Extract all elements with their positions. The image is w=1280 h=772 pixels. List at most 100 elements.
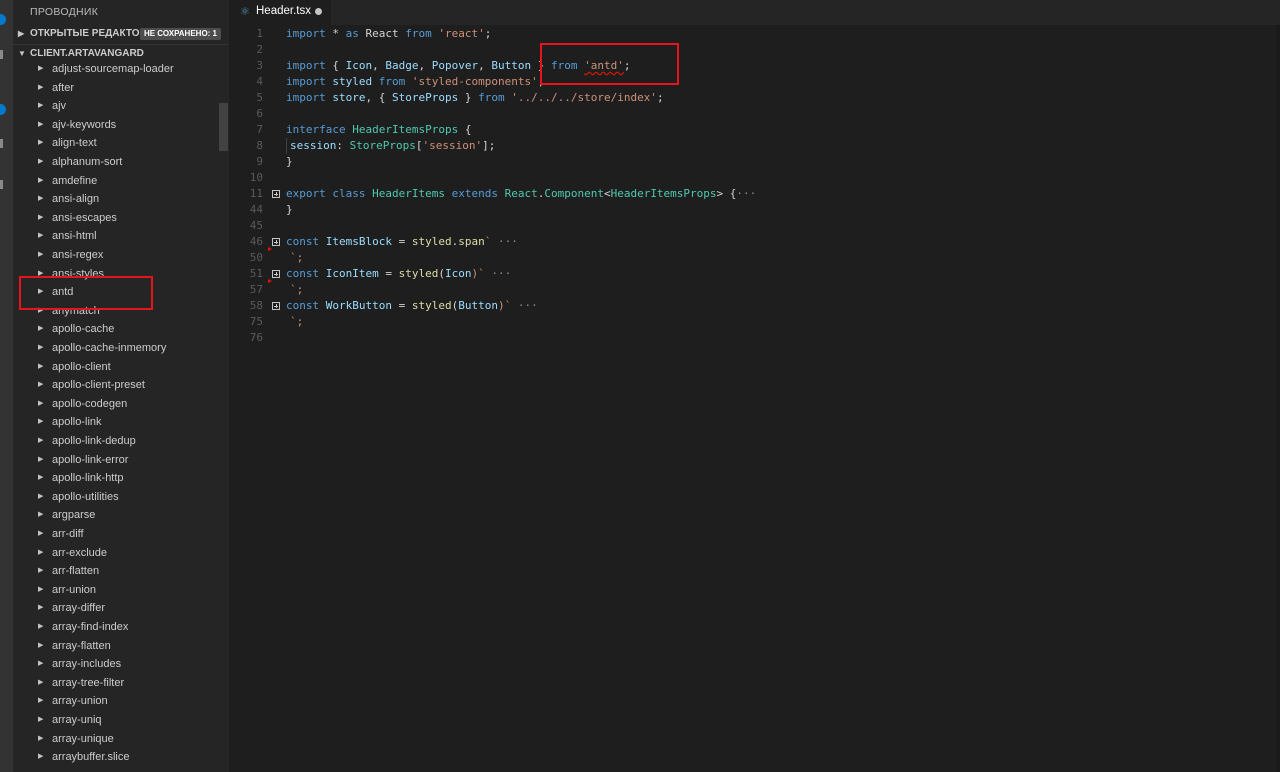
tree-item-arr-flatten[interactable]: ▶ arr-flatten — [13, 562, 218, 581]
code-token: )` — [471, 267, 485, 280]
code-token: ; — [484, 27, 492, 40]
code-line[interactable]: 58 const WorkButton = styled(Button)` ··· — [229, 298, 1269, 314]
tree-item-apollo-cache[interactable]: ▶ apollo-cache — [13, 320, 218, 339]
line-number: 1 — [256, 27, 263, 40]
code-text: import * as React from 'react'; — [286, 26, 491, 42]
tree-item-label: apollo-cache-inmemory — [52, 342, 167, 354]
tree-item-array-differ[interactable]: ▶ array-differ — [13, 599, 218, 618]
tree-item-apollo-client[interactable]: ▶ apollo-client — [13, 358, 218, 377]
tree-item-after[interactable]: ▶ after — [13, 79, 218, 98]
tree-item-apollo-cache-inmemory[interactable]: ▶ apollo-cache-inmemory — [13, 339, 218, 358]
tree-item-apollo-link-dedup[interactable]: ▶ apollo-link-dedup — [13, 432, 218, 451]
editor-scrollbar[interactable] — [1276, 25, 1280, 772]
code-line[interactable]: 1 import * as React from 'react'; — [229, 26, 1269, 42]
fold-expand-icon[interactable] — [272, 270, 280, 278]
notification-badge-icon[interactable] — [0, 14, 6, 25]
tree-item-arraybuffer-slice[interactable]: ▶ arraybuffer.slice — [13, 748, 218, 767]
activity-icon[interactable] — [0, 139, 3, 148]
code-line[interactable]: 75 `; — [229, 314, 1269, 330]
chevron-right-icon: ▶ — [38, 623, 44, 630]
tab-header-tsx[interactable]: ⚛ Header.tsx — [229, 0, 331, 25]
tree-item-ansi-html[interactable]: ▶ ansi-html — [13, 227, 218, 246]
tree-item-arr-exclude[interactable]: ▶ arr-exclude — [13, 544, 218, 563]
tree-item-label: array-differ — [52, 602, 105, 615]
tree-item-ajv[interactable]: ▶ ajv — [13, 97, 218, 116]
code-line[interactable]: 3 import { Icon, Badge, Popover, Button }… — [229, 58, 1269, 74]
code-token: import — [286, 27, 326, 40]
tree-item-argparse[interactable]: ▶ argparse — [13, 506, 218, 525]
code-line[interactable]: 46 const ItemsBlock = styled.span` ··· — [229, 234, 1269, 250]
tree-item-apollo-codegen[interactable]: ▶ apollo-codegen — [13, 395, 218, 414]
activity-bar — [0, 0, 13, 772]
code-line[interactable]: 10 — [229, 170, 1269, 186]
code-token: import — [286, 75, 326, 88]
activity-icon[interactable] — [0, 180, 3, 189]
code-line[interactable]: 4 import styled from 'styled-components'; — [229, 74, 1269, 90]
tree-item-adjust-sourcemap-loader[interactable]: ▶ adjust-sourcemap-loader — [13, 60, 218, 79]
tree-item-array-tree-filter[interactable]: ▶ array-tree-filter — [13, 674, 218, 693]
code-token: Component — [544, 187, 604, 200]
code-token: , — [418, 59, 432, 72]
code-editor[interactable]: 1 import * as React from 'react'; 2 3 import… — [229, 25, 1280, 772]
code-line[interactable]: 57 `; — [229, 279, 1269, 298]
tree-item-apollo-utilities[interactable]: ▶ apollo-utilities — [13, 488, 218, 507]
fold-expand-icon[interactable] — [272, 302, 280, 310]
code-token: 'styled-components' — [411, 75, 538, 88]
code-text: `; — [290, 250, 303, 266]
fold-expand-icon[interactable] — [272, 190, 280, 198]
code-text: } — [286, 202, 293, 218]
line-number: 8 — [256, 139, 263, 152]
chevron-right-icon: ▶ — [38, 213, 44, 221]
line-number: 44 — [249, 203, 263, 216]
tree-item-apollo-link[interactable]: ▶ apollo-link — [13, 413, 218, 432]
code-line[interactable]: 44} — [229, 202, 1269, 218]
notification-badge-icon[interactable] — [0, 104, 6, 115]
tree-item-ansi-regex[interactable]: ▶ ansi-regex — [13, 246, 218, 265]
tree-item-alphanum-sort[interactable]: ▶ alphanum-sort — [13, 153, 218, 172]
unsaved-dot-icon[interactable] — [315, 8, 322, 15]
code-line[interactable]: 7 interface HeaderItemsProps { — [229, 122, 1269, 138]
tree-item-label: ajv-keywords — [52, 118, 117, 131]
code-line[interactable]: 11 export class HeaderItems extends React… — [229, 186, 1269, 202]
tree-item-ajv-keywords[interactable]: ▶ ajv-keywords — [13, 116, 218, 135]
tree-item-ansi-align[interactable]: ▶ ansi-align — [13, 190, 218, 209]
tree-item-label: apollo-link-error — [52, 453, 129, 466]
code-line[interactable]: 51 const IconItem = styled(Icon)` ··· — [229, 266, 1269, 282]
tree-item-array-find-index[interactable]: ▶ array-find-index — [13, 618, 218, 637]
annotation-box-import — [540, 43, 679, 85]
code-line[interactable]: 45 — [229, 218, 1269, 234]
tree-item-array-includes[interactable]: ▶ array-includes — [13, 655, 218, 674]
tree-item-array-union[interactable]: ▶ array-union — [13, 692, 218, 711]
fold-expand-icon[interactable] — [272, 238, 280, 246]
tree-item-align-text[interactable]: ▶ align-text — [13, 134, 218, 153]
code-line[interactable]: 9} — [229, 154, 1269, 170]
code-text: `; — [290, 314, 303, 330]
tree-item-array-flatten[interactable]: ▶ array-flatten — [13, 637, 218, 656]
tree-item-apollo-link-error[interactable]: ▶ apollo-link-error — [13, 451, 218, 470]
code-line[interactable]: 2 — [229, 42, 1269, 58]
activity-icon[interactable] — [0, 50, 3, 59]
code-token: } — [286, 203, 293, 216]
tree-item-ansi-escapes[interactable]: ▶ ansi-escapes — [13, 209, 218, 228]
code-line[interactable]: 6 — [229, 106, 1269, 122]
code-line[interactable]: 50 `; — [229, 247, 1269, 266]
line-number: 3 — [256, 59, 263, 72]
code-token: WorkButton — [325, 299, 392, 312]
chevron-right-icon: ▶ — [38, 176, 44, 184]
code-line[interactable]: 8 session: StoreProps['session']; — [229, 138, 1269, 154]
tree-item-apollo-client-preset[interactable]: ▶ apollo-client-preset — [13, 376, 218, 395]
code-token: import — [286, 59, 326, 72]
tree-item-label: ansi-escapes — [52, 211, 117, 224]
sidebar-scrollbar[interactable] — [219, 103, 228, 151]
code-token: , { — [365, 91, 392, 104]
code-line[interactable]: 76 — [229, 330, 1269, 346]
tree-item-array-uniq[interactable]: ▶ array-uniq — [13, 711, 218, 730]
tree-item-array-unique[interactable]: ▶ array-unique — [13, 730, 218, 749]
tree-item-apollo-link-http[interactable]: ▶ apollo-link-http — [13, 469, 218, 488]
tree-item-amdefine[interactable]: ▶ amdefine — [13, 172, 218, 191]
tree-item-arr-union[interactable]: ▶ arr-union — [13, 581, 218, 600]
code-line[interactable]: 5 import store, { StoreProps } from '../.… — [229, 90, 1269, 106]
open-editors-section[interactable]: ▶ ОТКРЫТЫЕ РЕДАКТОРЫ НЕ СОХРАНЕНО: 1 — [13, 25, 229, 43]
tree-item-arr-diff[interactable]: ▶ arr-diff — [13, 525, 218, 544]
line-number: 58 — [249, 299, 263, 312]
